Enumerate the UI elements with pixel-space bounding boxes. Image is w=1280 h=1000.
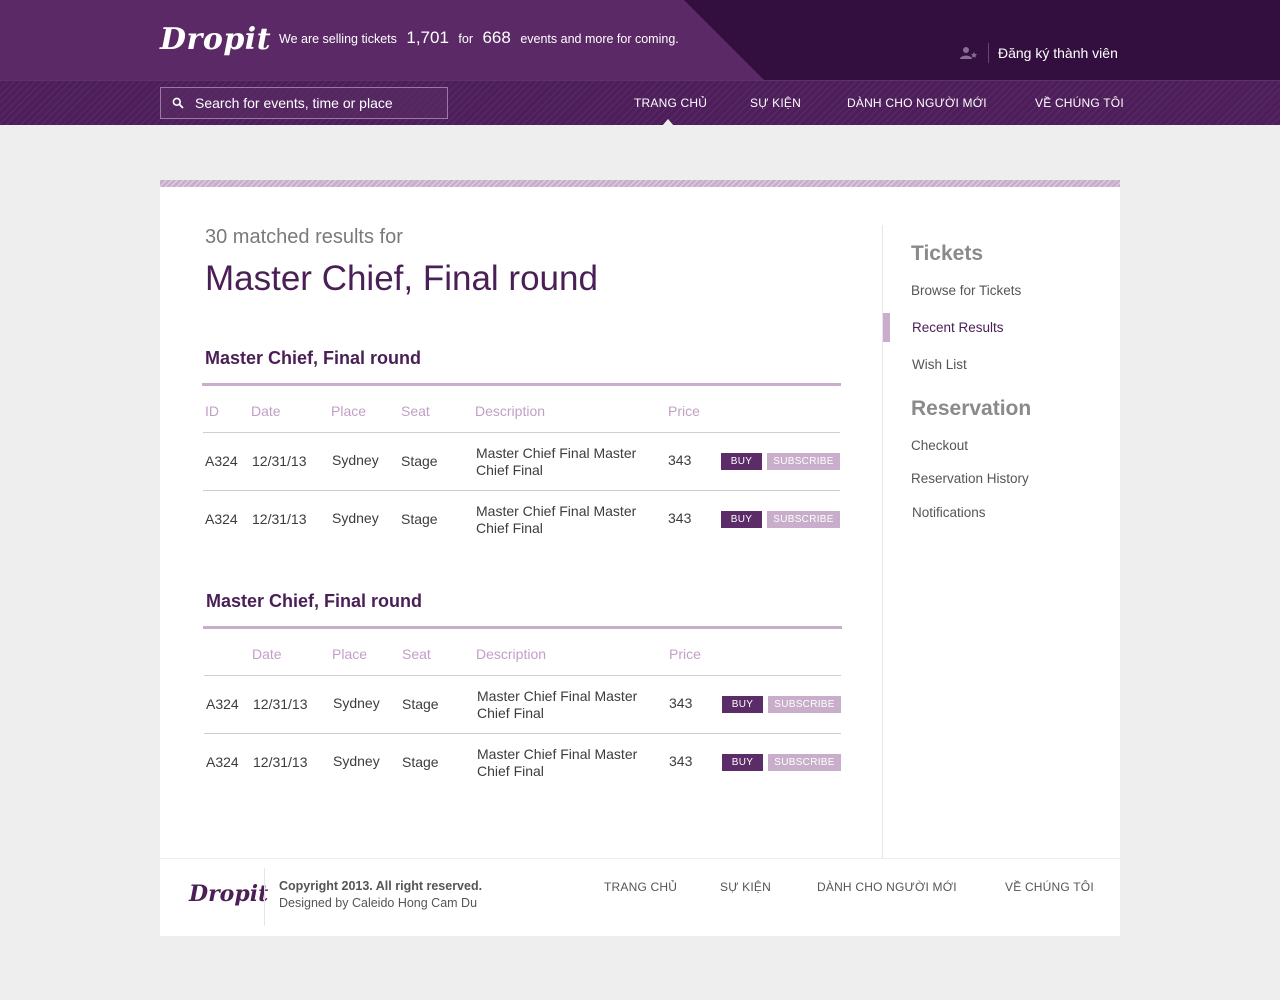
sidebar-item-recent-results[interactable]: Recent Results: [912, 320, 1004, 335]
subscribe-button[interactable]: SUBSCRIBE: [767, 511, 840, 528]
col-head-price: Price: [669, 646, 701, 662]
register-link[interactable]: Đăng ký thành viên: [960, 43, 1118, 63]
search-icon[interactable]: [161, 97, 195, 109]
cell-price: 343: [668, 510, 692, 526]
cell-price: 343: [669, 695, 693, 711]
col-head-seat: Seat: [402, 646, 431, 662]
buy-button[interactable]: BUY: [721, 453, 762, 470]
active-sidebar-marker: [883, 313, 890, 342]
register-label: Đăng ký thành viên: [998, 45, 1118, 61]
nav-item-danh-cho-nguoi-moi[interactable]: DÀNH CHO NGƯỜI MỚI: [847, 96, 987, 110]
cell-description: Master Chief Final Master Chief Final: [477, 688, 638, 721]
nav-item-ve-chung-toi[interactable]: VỀ CHÚNG TÔI: [1035, 96, 1124, 110]
sidebar-item-reservation-history[interactable]: Reservation History: [911, 471, 1029, 486]
subscribe-button[interactable]: SUBSCRIBE: [768, 696, 841, 713]
register-separator: [988, 43, 989, 63]
col-head-description: Description: [476, 646, 547, 662]
results-count: 30 matched results for: [205, 226, 403, 248]
header-tagline: We are selling tickets 1,701 for 668 eve…: [279, 28, 679, 48]
footer-logo[interactable]: Dropit: [189, 881, 268, 907]
group-title: Master Chief, Final round: [205, 348, 422, 368]
footer-nav-su-kien[interactable]: SỰ KIỆN: [720, 880, 771, 894]
cell-seat: Stage: [402, 696, 439, 712]
cell-id: A324: [206, 754, 239, 770]
cell-seat: Stage: [401, 453, 438, 469]
results-query-title: Master Chief, Final round: [205, 259, 598, 298]
cell-description: Master Chief Final Master Chief Final: [476, 445, 637, 478]
tagline-prefix: We are selling tickets: [279, 32, 397, 46]
tagline-for: for: [458, 32, 473, 46]
col-head-id: ID: [205, 403, 219, 419]
group-rule: [202, 383, 841, 386]
sidebar-item-notifications[interactable]: Notifications: [912, 505, 986, 520]
sidebar-item-checkout[interactable]: Checkout: [911, 438, 968, 453]
footer-copyright: Copyright 2013. All right reserved.: [279, 879, 483, 893]
cell-description: Master Chief Final Master Chief Final: [476, 503, 637, 536]
group-title: Master Chief, Final round: [206, 591, 423, 611]
col-head-place: Place: [331, 403, 367, 419]
group-rule: [203, 626, 842, 629]
sidebar-item-wish-list[interactable]: Wish List: [912, 357, 967, 372]
sidebar-heading-tickets: Tickets: [911, 242, 983, 265]
cell-place: Sydney: [332, 510, 379, 526]
buy-button[interactable]: BUY: [721, 511, 762, 528]
footer-designed-by: Designed by Caleido Hong Cam Du: [279, 896, 478, 910]
sidebar-item-browse-tickets[interactable]: Browse for Tickets: [911, 283, 1021, 298]
buy-button[interactable]: BUY: [722, 696, 763, 713]
active-nav-indicator: [662, 119, 674, 126]
tickets-count: 1,701: [406, 28, 449, 47]
row-divider: [203, 432, 840, 433]
footer-nav-trang-chu[interactable]: TRANG CHỦ: [604, 880, 677, 894]
sidebar-heading-reservation: Reservation: [911, 397, 1032, 420]
cell-seat: Stage: [401, 511, 438, 527]
cell-id: A324: [205, 453, 238, 469]
subscribe-button[interactable]: SUBSCRIBE: [768, 754, 841, 771]
cell-date: 12/31/13: [253, 754, 308, 770]
cell-date: 12/31/13: [252, 511, 307, 527]
col-head-price: Price: [668, 403, 700, 419]
col-head-description: Description: [475, 403, 546, 419]
cell-date: 12/31/13: [253, 696, 308, 712]
user-add-icon: [960, 45, 980, 61]
cell-id: A324: [205, 511, 238, 527]
subscribe-button[interactable]: SUBSCRIBE: [767, 453, 840, 470]
cell-place: Sydney: [333, 753, 380, 769]
footer-nav-ve-chung-toi[interactable]: VỀ CHÚNG TÔI: [1005, 880, 1094, 894]
cell-price: 343: [668, 452, 692, 468]
row-divider: [203, 490, 840, 491]
search-box: [160, 87, 448, 119]
search-input[interactable]: [195, 89, 435, 117]
card-top-stripe: [160, 180, 1120, 187]
row-divider: [204, 733, 841, 734]
col-head-seat: Seat: [401, 403, 430, 419]
cell-seat: Stage: [402, 754, 439, 770]
cell-date: 12/31/13: [252, 453, 307, 469]
col-head-place: Place: [332, 646, 368, 662]
nav-item-su-kien[interactable]: SỰ KIỆN: [750, 96, 801, 110]
cell-price: 343: [669, 753, 693, 769]
events-count: 668: [482, 28, 511, 47]
buy-button[interactable]: BUY: [722, 754, 763, 771]
site-logo[interactable]: Dropit: [160, 22, 271, 57]
row-divider: [204, 675, 841, 676]
main-nav-bar: TRANG CHỦ SỰ KIỆN DÀNH CHO NGƯỜI MỚI VỀ …: [0, 80, 1280, 126]
footer-separator: [264, 868, 265, 926]
col-head-date: Date: [251, 403, 281, 419]
cell-description: Master Chief Final Master Chief Final: [477, 746, 638, 779]
tagline-suffix: events and more for coming.: [520, 32, 679, 46]
cell-place: Sydney: [332, 452, 379, 468]
nav-item-trang-chu[interactable]: TRANG CHỦ: [634, 96, 707, 110]
cell-id: A324: [206, 696, 239, 712]
footer-nav-danh-cho-nguoi-moi[interactable]: DÀNH CHO NGƯỜI MỚI: [817, 880, 957, 894]
cell-place: Sydney: [333, 695, 380, 711]
col-head-date: Date: [252, 646, 282, 662]
